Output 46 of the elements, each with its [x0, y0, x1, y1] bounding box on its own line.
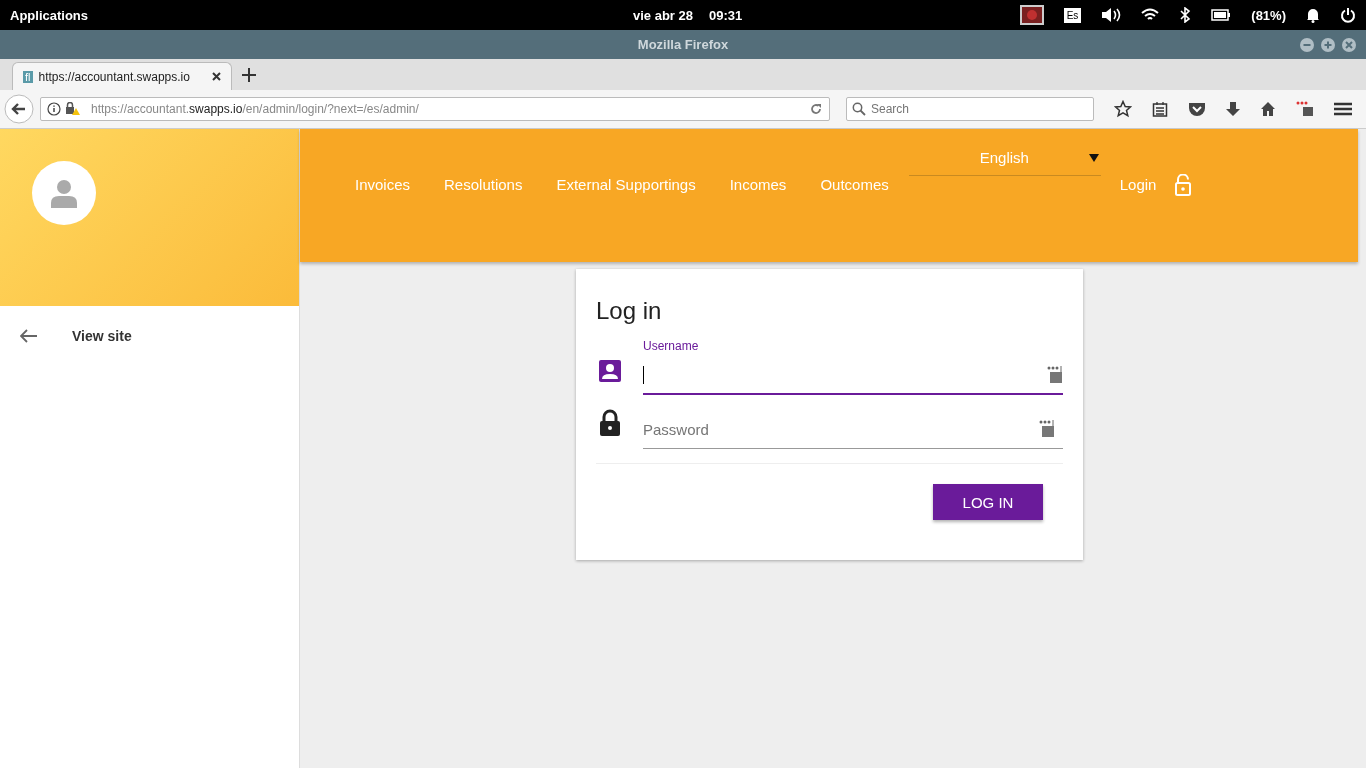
- battery-icon[interactable]: [1211, 9, 1232, 21]
- password-manager-icon[interactable]: [1047, 366, 1063, 384]
- reload-icon[interactable]: [809, 102, 823, 116]
- star-icon[interactable]: [1114, 100, 1132, 118]
- menu-icon[interactable]: [1334, 102, 1352, 116]
- site-favicon: fl: [23, 70, 33, 83]
- window-title: Mozilla Firefox: [637, 37, 729, 52]
- search-field[interactable]: Search: [846, 97, 1094, 121]
- close-icon[interactable]: [212, 72, 221, 81]
- insecure-lock-icon[interactable]: [65, 102, 81, 116]
- login-title: Log in: [596, 297, 663, 325]
- app-indicator-icon[interactable]: [1019, 5, 1044, 25]
- back-arrow-icon: [20, 329, 38, 343]
- search-icon: [852, 102, 866, 116]
- battery-percentage: (81%): [1251, 7, 1286, 23]
- view-site-link[interactable]: View site: [0, 306, 299, 366]
- unlocked-lock-icon: [1174, 174, 1193, 196]
- address-bar[interactable]: https://accountant.swapps.io/en/admin/login/?next=/es/admin/: [40, 97, 830, 121]
- clock-text: 09:31: [709, 7, 743, 23]
- lock-icon: [598, 409, 622, 437]
- maximize-button[interactable]: [1321, 37, 1335, 52]
- bluetooth-icon[interactable]: [1179, 7, 1192, 23]
- pocket-icon[interactable]: [1188, 101, 1206, 117]
- volume-icon[interactable]: [1101, 7, 1122, 23]
- login-button[interactable]: LOG IN: [933, 484, 1043, 520]
- download-icon[interactable]: [1226, 101, 1240, 117]
- power-icon[interactable]: [1340, 7, 1356, 23]
- url-text[interactable]: https://accountant.swapps.io/en/admin/login/?next=/es/admin/: [91, 102, 419, 116]
- browser-tab[interactable]: fl https://accountant.swapps.io: [12, 62, 232, 90]
- back-button[interactable]: [4, 94, 34, 124]
- info-icon[interactable]: [47, 102, 61, 116]
- new-tab-button[interactable]: [242, 68, 256, 82]
- keyboard-layout-indicator[interactable]: Es: [1063, 7, 1082, 23]
- username-field[interactable]: Username: [643, 339, 1063, 395]
- close-button[interactable]: [1342, 37, 1356, 52]
- user-icon: [598, 359, 622, 383]
- home-icon[interactable]: [1260, 101, 1276, 117]
- minimize-button[interactable]: [1300, 37, 1314, 52]
- applications-menu[interactable]: Applications: [10, 7, 88, 23]
- date-text: vie abr 28: [633, 7, 693, 23]
- wifi-icon[interactable]: [1141, 8, 1160, 22]
- extension-icon[interactable]: [1296, 101, 1314, 117]
- bell-icon[interactable]: [1306, 7, 1320, 23]
- password-manager-icon[interactable]: [1039, 420, 1055, 438]
- dropdown-caret-icon: [1088, 153, 1099, 162]
- reading-list-icon[interactable]: [1152, 101, 1168, 117]
